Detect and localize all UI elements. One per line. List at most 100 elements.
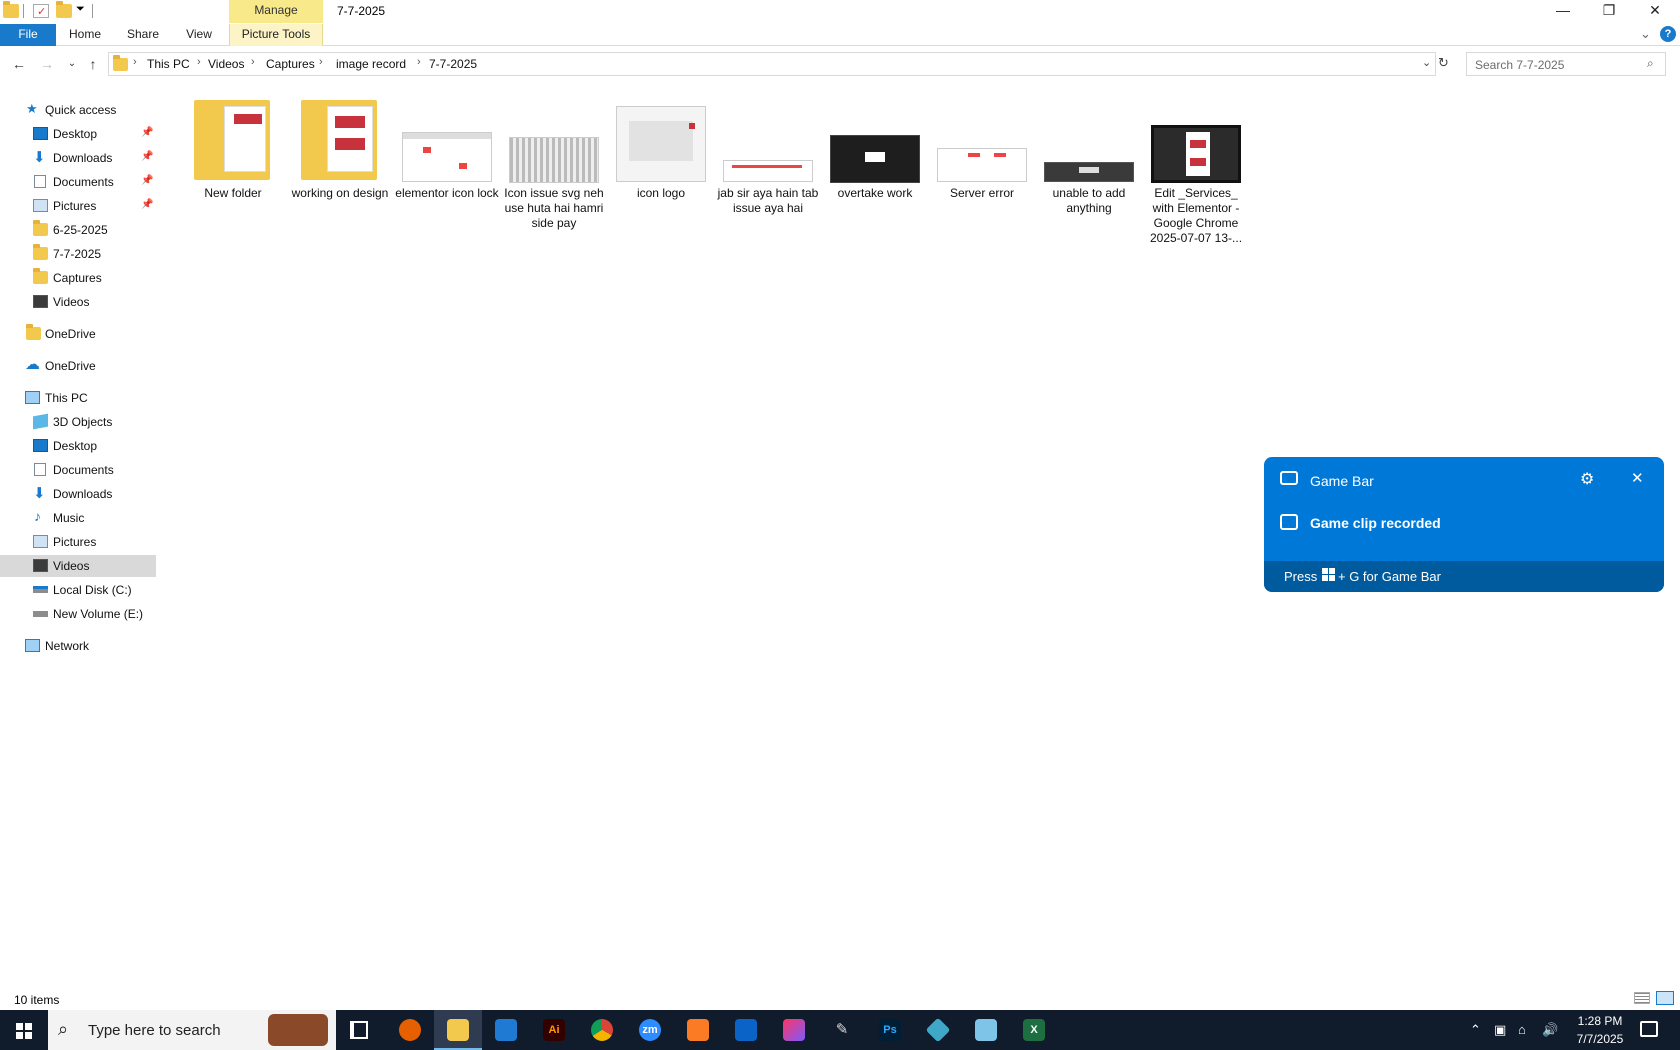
vscode-icon[interactable]	[482, 1010, 530, 1050]
pen-tool-icon[interactable]: ✎	[818, 1010, 866, 1050]
chevron-right-icon[interactable]: ›	[197, 56, 201, 68]
sidebar-item-onedrive-personal[interactable]: OneDrive	[0, 323, 156, 345]
back-arrow-icon[interactable]: ←	[9, 55, 29, 73]
breadcrumb-videos[interactable]: Videos	[208, 57, 244, 71]
file-item-jab-sir-aya-hain[interactable]: jab sir aya hain tab issue aya hai	[715, 92, 821, 252]
sidebar-item-captures[interactable]: Captures	[0, 267, 156, 289]
taskbar-date[interactable]: 7/7/2025	[1568, 1032, 1632, 1046]
pin-icon[interactable]: 📌	[141, 127, 153, 138]
pin-icon[interactable]: 📌	[141, 151, 153, 162]
sidebar-item-pc-videos[interactable]: Videos	[0, 555, 156, 577]
large-icons-view-icon[interactable]	[1656, 991, 1674, 1005]
pin-icon[interactable]: 📌	[141, 175, 153, 186]
excel-icon[interactable]: X	[1010, 1010, 1058, 1050]
file-item-overtake-work[interactable]: overtake work	[822, 92, 928, 252]
sidebar-item-pc-downloads[interactable]: ⬇ Downloads	[0, 483, 156, 505]
task-view-icon[interactable]	[350, 1021, 368, 1039]
sidebar-item-this-pc[interactable]: This PC	[0, 387, 156, 409]
close-button[interactable]: ✕	[1632, 0, 1678, 22]
sidebar-item-pc-pictures[interactable]: Pictures	[0, 531, 156, 553]
refresh-icon[interactable]: ↻	[1438, 55, 1449, 71]
sidebar-item-documents[interactable]: Documents 📌	[0, 171, 156, 193]
search-icon[interactable]: ⌕	[1647, 56, 1654, 71]
breadcrumb-current-folder[interactable]: 7-7-2025	[429, 57, 477, 71]
sidebar-item-pictures[interactable]: Pictures 📌	[0, 195, 156, 217]
tab-view[interactable]: View	[176, 24, 222, 46]
xampp-icon[interactable]	[674, 1010, 722, 1050]
sidebar-item-6-25-2025[interactable]: 6-25-2025	[0, 219, 156, 241]
chevron-right-icon[interactable]: ›	[133, 56, 137, 68]
chrome-icon[interactable]	[578, 1010, 626, 1050]
forward-arrow-icon[interactable]: →	[37, 55, 57, 73]
file-item-elementor-icon-lock[interactable]: elementor icon lock	[394, 92, 500, 252]
sidebar-item-network[interactable]: Network	[0, 635, 156, 657]
sidebar-item-new-volume[interactable]: New Volume (E:)	[0, 603, 156, 625]
chevron-right-icon[interactable]: ›	[251, 56, 255, 68]
tab-file[interactable]: File	[0, 24, 56, 46]
volume-icon[interactable]: 🔊	[1542, 1022, 1558, 1038]
tab-picture-tools[interactable]: Picture Tools	[229, 24, 323, 46]
restore-button[interactable]: ❐	[1586, 0, 1632, 22]
recent-locations-icon[interactable]: ⌄	[62, 55, 82, 73]
gear-icon[interactable]: ⚙	[1580, 469, 1594, 489]
manage-context-tab[interactable]: Manage	[229, 0, 323, 23]
chevron-right-icon[interactable]: ›	[319, 56, 323, 68]
search-box[interactable]: Search 7-7-2025 ⌕	[1466, 52, 1666, 76]
sidebar-item-pc-documents[interactable]: Documents	[0, 459, 156, 481]
file-item-server-error[interactable]: Server error	[929, 92, 1035, 252]
sidebar-item-7-7-2025[interactable]: 7-7-2025	[0, 243, 156, 265]
new-folder-icon[interactable]	[56, 1, 72, 18]
firefox-icon[interactable]	[386, 1010, 434, 1050]
up-arrow-icon[interactable]: ↑	[83, 55, 103, 73]
sidebar-item-quick-access[interactable]: ★ Quick access	[0, 99, 156, 121]
customize-toolbar-icon[interactable]: ⏷	[76, 3, 85, 16]
file-item-working-on-design[interactable]: working on design	[287, 92, 393, 252]
file-name: working on design	[291, 186, 389, 200]
tab-home[interactable]: Home	[60, 24, 110, 46]
tab-share[interactable]: Share	[118, 24, 168, 46]
properties-icon[interactable]: ✓	[33, 4, 49, 18]
file-item-icon-logo[interactable]: icon logo	[608, 92, 714, 252]
photoshop-icon[interactable]: Ps	[866, 1010, 914, 1050]
chevron-right-icon[interactable]: ›	[417, 56, 421, 68]
details-view-icon[interactable]	[1634, 992, 1650, 1004]
breadcrumb-captures[interactable]: Captures	[266, 57, 315, 71]
sidebar-item-onedrive[interactable]: ☁ OneDrive	[0, 355, 156, 377]
sidebar-item-pc-desktop[interactable]: Desktop	[0, 435, 156, 457]
file-item-icon-issue-svg[interactable]: Icon issue svg neh use huta hai hamri si…	[501, 92, 607, 252]
sidebar-item-local-disk[interactable]: Local Disk (C:)	[0, 579, 156, 601]
address-dropdown-icon[interactable]: ⌄	[1422, 56, 1431, 69]
file-explorer-icon[interactable]	[434, 1010, 482, 1050]
zoom-icon[interactable]: zm	[626, 1010, 674, 1050]
file-item-new-folder[interactable]: New folder	[180, 92, 286, 252]
sidebar-item-music[interactable]: ♪ Music	[0, 507, 156, 529]
file-item-edit-services-video[interactable]: Edit _Services_ with Elementor - Google …	[1143, 92, 1249, 252]
taskbar-time[interactable]: 1:28 PM	[1568, 1014, 1632, 1028]
breadcrumb-this-pc[interactable]: This PC	[147, 57, 190, 71]
notepad-icon[interactable]	[962, 1010, 1010, 1050]
file-item-unable-to-add[interactable]: unable to add anything	[1036, 92, 1142, 252]
app-icon[interactable]	[914, 1010, 962, 1050]
ribbon-expand-icon[interactable]: ⌄	[1640, 26, 1651, 42]
help-icon[interactable]: ?	[1660, 26, 1676, 42]
game-capture-tray-icon[interactable]: ▣	[1494, 1022, 1506, 1038]
network-tray-icon[interactable]: ⌂	[1518, 1022, 1526, 1037]
sidebar-item-label: 6-25-2025	[53, 223, 108, 237]
sidebar-item-videos[interactable]: Videos	[0, 291, 156, 313]
address-bar[interactable]: › This PC › Videos › Captures › image re…	[108, 52, 1436, 76]
minimize-button[interactable]: —	[1540, 0, 1586, 22]
show-hidden-icons-icon[interactable]: ⌃	[1470, 1022, 1481, 1038]
close-icon[interactable]: ✕	[1631, 469, 1644, 487]
pin-icon[interactable]: 📌	[141, 199, 153, 210]
outlook-icon[interactable]	[722, 1010, 770, 1050]
illustrator-icon[interactable]: Ai	[530, 1010, 578, 1050]
sidebar-item-3d-objects[interactable]: 3D Objects	[0, 411, 156, 433]
taskbar-search[interactable]: ⌕ Type here to search	[48, 1010, 336, 1050]
breadcrumb-image-record[interactable]: image record	[336, 57, 406, 71]
notifications-icon[interactable]	[1640, 1021, 1658, 1037]
sidebar-item-downloads[interactable]: ⬇ Downloads 📌	[0, 147, 156, 169]
windows-start-icon[interactable]	[16, 1023, 32, 1039]
game-bar-notification[interactable]: Game Bar ⚙ ✕ Game clip recorded Press + …	[1264, 457, 1664, 592]
sidebar-item-desktop[interactable]: Desktop 📌	[0, 123, 156, 145]
creative-cloud-icon[interactable]	[770, 1010, 818, 1050]
